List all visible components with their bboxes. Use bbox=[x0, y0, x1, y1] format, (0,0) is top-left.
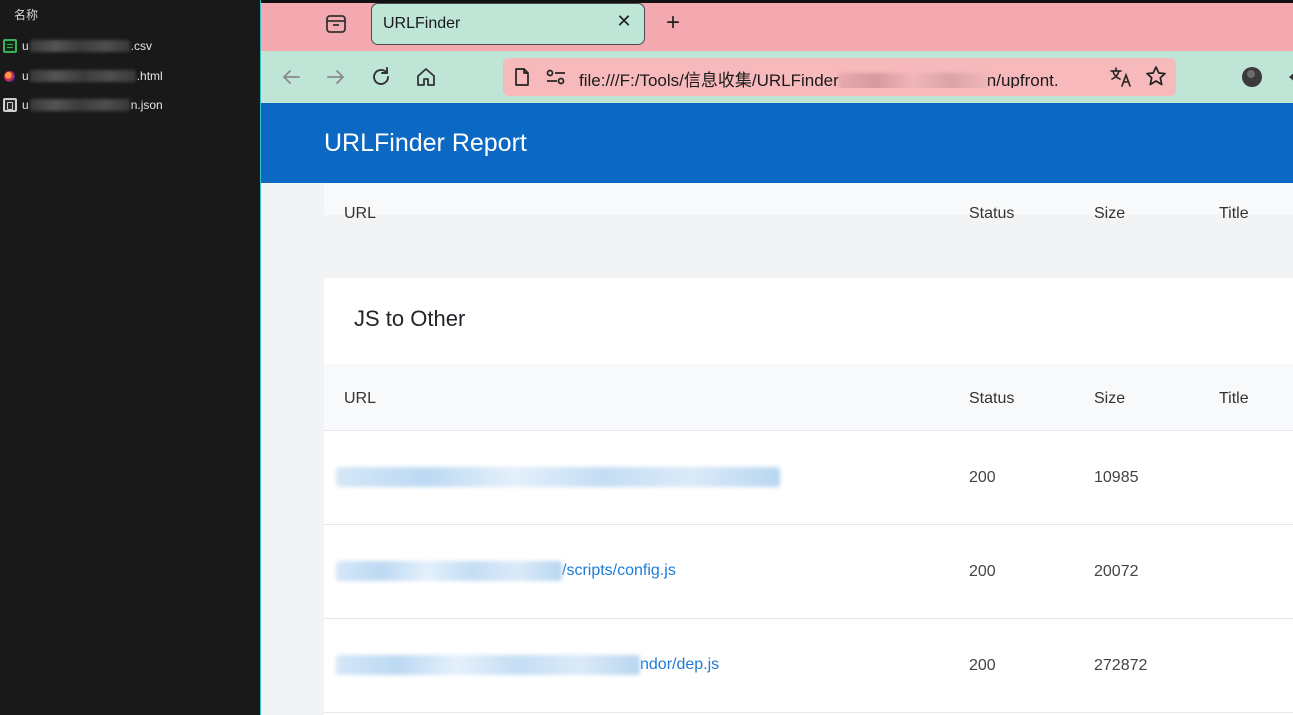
status-cell: 200 bbox=[969, 657, 996, 674]
status-cell: 200 bbox=[969, 469, 996, 486]
url-link-text: ndor/dep.js bbox=[640, 656, 720, 674]
js-to-other-card: JS to Other URL Status Size Title 200 10… bbox=[324, 278, 1293, 715]
redacted-url bbox=[336, 467, 780, 487]
profile-avatar-icon[interactable] bbox=[1242, 67, 1262, 87]
report-page: URLFinder Report URL Status Size Title J… bbox=[261, 103, 1293, 715]
col-size-header: Size bbox=[1094, 205, 1126, 222]
tab-strip: URLFinder ✕ + bbox=[261, 0, 1293, 51]
url-end: n/upfront. bbox=[986, 71, 1059, 88]
redacted-file-name bbox=[29, 99, 130, 111]
report-brand[interactable]: URLFinder Report bbox=[324, 129, 527, 158]
file-name-prefix: u bbox=[22, 98, 29, 112]
redacted-url bbox=[336, 561, 562, 581]
file-name-suffix: n.json bbox=[130, 98, 163, 112]
table-row: /scripts/config.js 200 20072 bbox=[324, 525, 1293, 619]
url-link[interactable] bbox=[336, 467, 780, 487]
col-url-header: URL bbox=[344, 205, 377, 222]
status-cell: 200 bbox=[969, 563, 996, 580]
forward-arrow-icon[interactable] bbox=[322, 63, 350, 91]
size-cell: 10985 bbox=[1094, 469, 1139, 486]
browser-window: URLFinder ✕ + file:///F:/Tools/信息收集/URLF… bbox=[260, 0, 1293, 715]
new-tab-icon[interactable]: + bbox=[661, 11, 685, 35]
col-status-header: Status bbox=[969, 205, 1015, 222]
table-row: ndor/dep.js 200 272872 bbox=[324, 619, 1293, 713]
col-title-header: Title bbox=[1219, 390, 1249, 407]
site-settings-icon[interactable] bbox=[545, 68, 567, 86]
url-text[interactable]: file:///F:/Tools/信息收集/URLFinder n/upfront… bbox=[579, 66, 1099, 88]
json-file-icon bbox=[3, 98, 17, 112]
reload-icon[interactable] bbox=[367, 63, 395, 91]
translate-icon[interactable] bbox=[1110, 67, 1132, 87]
file-name-suffix: .csv bbox=[130, 39, 153, 53]
address-bar[interactable]: file:///F:/Tools/信息收集/URLFinder n/upfront… bbox=[503, 58, 1176, 96]
home-icon[interactable] bbox=[412, 63, 440, 91]
col-size-header: Size bbox=[1094, 390, 1126, 407]
overflow-chevron-icon[interactable] bbox=[1287, 69, 1293, 85]
csv-file-icon bbox=[3, 39, 17, 53]
col-title-header: Title bbox=[1219, 205, 1249, 222]
tab-title: URLFinder bbox=[383, 15, 461, 32]
table-row: 200 10985 bbox=[324, 431, 1293, 525]
col-url-header: URL bbox=[344, 390, 377, 407]
file-name-suffix: .html bbox=[136, 69, 163, 83]
file-row-json[interactable]: u n.json bbox=[0, 95, 260, 115]
redacted-url-segment bbox=[838, 72, 987, 88]
col-status-header: Status bbox=[969, 390, 1015, 407]
back-arrow-icon[interactable] bbox=[277, 63, 305, 91]
size-cell: 272872 bbox=[1094, 657, 1148, 674]
url-link[interactable]: /scripts/config.js bbox=[336, 561, 676, 581]
redacted-file-name bbox=[29, 40, 130, 52]
page-icon bbox=[513, 67, 531, 87]
redacted-file-name bbox=[29, 70, 136, 82]
bookmark-star-icon[interactable] bbox=[1145, 65, 1167, 87]
url-link-text: /scripts/config.js bbox=[562, 562, 676, 580]
firefox-html-icon bbox=[4, 70, 15, 82]
size-cell: 20072 bbox=[1094, 563, 1139, 580]
redacted-url bbox=[336, 655, 640, 675]
url-link[interactable]: ndor/dep.js bbox=[336, 655, 719, 675]
close-tab-icon[interactable]: ✕ bbox=[614, 11, 634, 31]
name-column-header[interactable]: 名称 bbox=[14, 6, 38, 23]
tab-urlfinder[interactable]: URLFinder ✕ bbox=[371, 3, 645, 45]
file-name-prefix: u bbox=[22, 69, 29, 83]
report-navbar: URLFinder Report bbox=[261, 103, 1293, 183]
file-row-csv[interactable]: u .csv bbox=[0, 36, 260, 56]
url-start: file:///F:/Tools/信息收集/URLFinder bbox=[579, 71, 839, 88]
file-name-prefix: u bbox=[22, 39, 29, 53]
section-title: JS to Other bbox=[354, 306, 466, 331]
browser-toolbar: file:///F:/Tools/信息收集/URLFinder n/upfront… bbox=[261, 51, 1293, 103]
file-row-html[interactable]: u .html bbox=[0, 66, 260, 86]
file-explorer-pane: 名称 u .csv u .html u n.json bbox=[0, 0, 260, 715]
table-header: URL Status Size Title bbox=[324, 364, 1293, 431]
tab-actions-icon[interactable] bbox=[325, 14, 347, 34]
